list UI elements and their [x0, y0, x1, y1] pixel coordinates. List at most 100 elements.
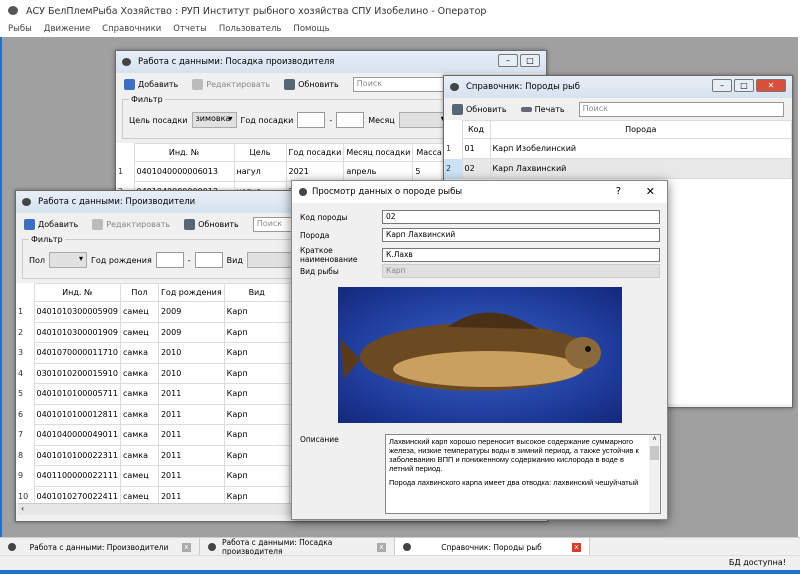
edit-button[interactable]: Редактировать: [92, 218, 170, 230]
window-title: Работа с данными: Производители: [38, 197, 196, 207]
close-tab-icon[interactable]: x: [182, 542, 191, 552]
cell: самец: [119, 465, 159, 487]
cell: Карп: [223, 465, 290, 487]
filter-legend: Фильтр: [131, 95, 163, 104]
cell: 2009: [157, 301, 225, 323]
col-header[interactable]: Вид: [223, 283, 290, 302]
cell: самка: [119, 403, 159, 425]
refresh-button[interactable]: Обновить: [452, 103, 507, 115]
help-button[interactable]: ?: [616, 186, 621, 197]
table-row-selected[interactable]: 2 02 Карп Лахвинский: [444, 158, 792, 179]
menu-user[interactable]: Пользователь: [219, 24, 282, 35]
menu-movement[interactable]: Движение: [44, 24, 90, 35]
cell: Карп: [223, 444, 290, 466]
col-header[interactable]: Год рождения: [157, 283, 225, 302]
breed-field[interactable]: Карп Лахвинский: [382, 228, 660, 242]
breeds-window-title[interactable]: Справочник: Породы рыб – □ ✕: [444, 76, 792, 98]
short-name-field[interactable]: К.Лахв: [382, 248, 660, 262]
cell: 0401100000022111: [33, 465, 121, 487]
row-number: 7: [16, 424, 34, 445]
add-icon: [124, 78, 135, 90]
year-from-input[interactable]: [297, 112, 326, 128]
menu-references[interactable]: Справочники: [102, 24, 161, 35]
close-tab-icon[interactable]: x: [377, 542, 386, 552]
year-to-input[interactable]: [194, 252, 223, 268]
col-header[interactable]: Инд. №: [133, 143, 235, 162]
col-header[interactable]: Год посадки: [285, 143, 345, 162]
col-header[interactable]: Код: [461, 120, 491, 139]
row-number: 9: [16, 465, 34, 486]
month-label: Месяц: [368, 115, 395, 125]
window-border: [0, 37, 2, 574]
refresh-button[interactable]: Обновить: [284, 78, 339, 90]
col-header[interactable]: Инд. №: [33, 283, 121, 302]
description-text: Порода лахвинского карпа имеет два отвод…: [389, 478, 639, 487]
cell: 0401010270022411: [33, 485, 121, 503]
minimize-button[interactable]: –: [712, 79, 732, 92]
add-button[interactable]: Добавить: [124, 78, 178, 90]
cell: 0401010100005711: [33, 383, 121, 405]
add-button[interactable]: Добавить: [24, 218, 78, 230]
month-select[interactable]: [398, 112, 449, 128]
row-number: 6: [16, 404, 34, 425]
carp-image: [340, 312, 601, 391]
year-from-input[interactable]: [155, 252, 184, 268]
description-textarea[interactable]: Лахвинский карп хорошо переносит высокое…: [385, 434, 661, 514]
col-header[interactable]: Цель: [233, 143, 287, 162]
dialog-title-bar[interactable]: Просмотр данных о породе рыбы ? ✕: [292, 181, 667, 203]
col-header[interactable]: Пол: [119, 283, 159, 302]
cell: Карп: [223, 403, 290, 425]
close-button[interactable]: ✕: [756, 79, 786, 92]
menu-fish[interactable]: Рыбы: [8, 24, 32, 35]
col-header[interactable]: Месяц посадки: [343, 143, 414, 162]
kind-select[interactable]: Карп: [382, 264, 660, 278]
print-button[interactable]: Печать: [520, 104, 565, 114]
cell: Карп: [223, 383, 290, 405]
cell: нагул: [233, 161, 287, 182]
year-to-input[interactable]: [336, 112, 365, 128]
fish-photo: [338, 287, 622, 423]
db-status: БД доступна!: [728, 558, 786, 567]
printer-icon: [520, 106, 532, 112]
tab-producers[interactable]: Работа с данными: Производители x: [0, 538, 200, 556]
cell: самец: [119, 485, 159, 503]
goal-label: Цель посадки: [129, 115, 188, 125]
cell: Карп Лахвинский: [489, 158, 792, 179]
table-row[interactable]: 1 0401040000006013 нагул 2021 апрель 5: [116, 161, 484, 182]
planting-window-title[interactable]: Работа с данными: Посадка производителя …: [116, 51, 546, 73]
edit-button[interactable]: Редактировать: [192, 78, 270, 90]
menu-reports[interactable]: Отчеты: [173, 24, 207, 35]
row-number: 1: [16, 301, 34, 322]
col-header[interactable]: Порода: [489, 120, 792, 139]
refresh-label: Обновить: [298, 79, 339, 89]
dialog-icon: [299, 188, 307, 196]
year-label: Год посадки: [240, 115, 294, 125]
window-icon: [22, 198, 31, 206]
goal-select[interactable]: зимовка: [191, 112, 237, 128]
cell: Карп: [223, 301, 290, 323]
refresh-button[interactable]: Обновить: [184, 218, 239, 230]
cell: 0401010100022311: [33, 444, 121, 466]
app-title-bar: АСУ БелПлемРыба Хозяйство : РУП Институт…: [0, 0, 800, 22]
dash: -: [187, 255, 191, 265]
tab-planting[interactable]: Работа с данными: Посадка производителя x: [200, 538, 395, 556]
maximize-button[interactable]: □: [520, 54, 540, 67]
cell: 0401040000049011: [33, 424, 121, 446]
search-input[interactable]: Поиск: [578, 101, 784, 117]
close-tab-icon[interactable]: x: [572, 542, 581, 552]
sex-select[interactable]: [49, 252, 88, 268]
maximize-button[interactable]: □: [734, 79, 754, 92]
tab-label: Справочник: Породы рыб: [441, 542, 542, 552]
cell: Карп Изобелинский: [489, 138, 792, 159]
code-field[interactable]: 02: [382, 210, 660, 224]
tab-breeds[interactable]: Справочник: Породы рыб x: [395, 538, 590, 556]
row-number: 2: [16, 322, 34, 343]
print-label: Печать: [534, 104, 565, 114]
minimize-button[interactable]: –: [498, 54, 518, 67]
vertical-scrollbar[interactable]: ˄: [649, 435, 660, 513]
taskbar-strip: [0, 570, 800, 574]
close-button[interactable]: ✕: [646, 185, 655, 198]
menu-help[interactable]: Помощь: [293, 24, 329, 35]
short-name-label: Краткое наименование: [300, 246, 358, 264]
table-row[interactable]: 1 01 Карп Изобелинский: [444, 138, 792, 159]
